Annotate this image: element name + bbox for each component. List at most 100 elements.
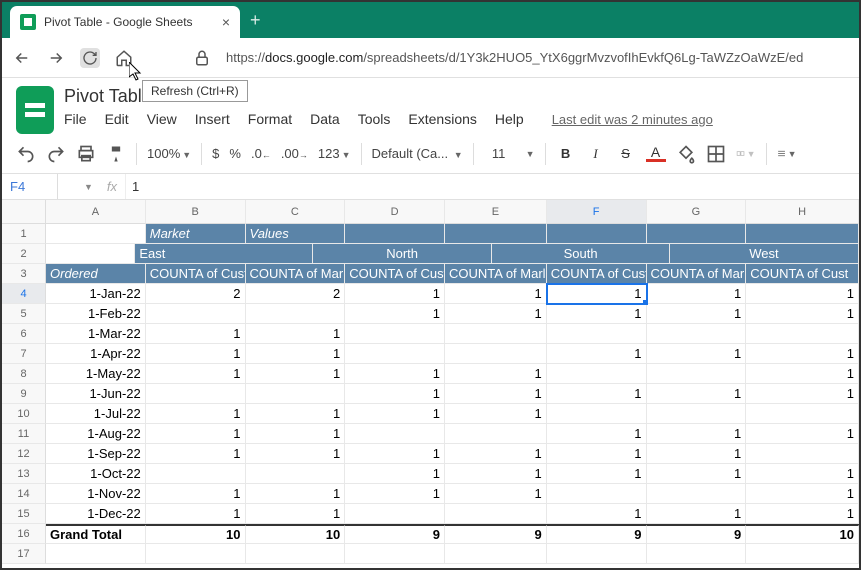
row-header[interactable]: 2 (2, 244, 46, 264)
cell[interactable]: 1-Jul-22 (46, 404, 146, 424)
cell[interactable] (547, 544, 647, 564)
cell[interactable]: 1 (445, 444, 547, 464)
cell[interactable]: 1-Sep-22 (46, 444, 146, 464)
col-header[interactable]: G (647, 200, 747, 224)
font-size-drop-icon[interactable]: ▼ (526, 149, 535, 159)
cell[interactable]: 1 (746, 344, 859, 364)
cell[interactable]: 1 (246, 364, 346, 384)
cell[interactable]: 1 (246, 504, 346, 524)
cell[interactable]: 1 (246, 424, 346, 444)
cell[interactable]: 1 (146, 444, 246, 464)
font-select[interactable]: Default (Ca... ▼ (372, 146, 463, 161)
cell[interactable] (746, 444, 859, 464)
cell[interactable]: 1-Dec-22 (46, 504, 146, 524)
fill-color-button[interactable] (676, 144, 696, 164)
cell[interactable]: 1 (647, 304, 747, 324)
cell[interactable]: 1 (746, 384, 859, 404)
text-color-button[interactable]: A (646, 146, 666, 162)
cell[interactable]: 1 (647, 384, 747, 404)
strike-button[interactable]: S (616, 144, 636, 164)
cell[interactable]: 1 (345, 284, 445, 304)
increase-decimal-button[interactable]: .00→ (281, 146, 308, 161)
cell[interactable]: 1 (345, 304, 445, 324)
cell[interactable]: 1 (647, 444, 747, 464)
cell[interactable]: 1 (445, 404, 547, 424)
region-south[interactable]: South (492, 244, 670, 264)
cell[interactable]: 9 (547, 525, 647, 544)
forward-button[interactable] (46, 48, 66, 68)
doc-title[interactable]: Pivot Table (64, 86, 152, 107)
cell[interactable]: 1 (345, 364, 445, 384)
row-header[interactable]: 3 (2, 264, 46, 284)
cell[interactable] (547, 324, 647, 344)
pivot-ordered-label[interactable]: Ordered (46, 264, 146, 284)
cell[interactable] (46, 224, 146, 244)
cell[interactable]: 1 (246, 484, 346, 504)
row-header[interactable]: 14 (2, 484, 46, 504)
cell[interactable]: 1 (246, 344, 346, 364)
cell[interactable] (345, 324, 445, 344)
decrease-decimal-button[interactable]: .0← (251, 146, 271, 161)
cell[interactable]: 9 (345, 525, 445, 544)
row-header[interactable]: 12 (2, 444, 46, 464)
cell[interactable] (746, 544, 859, 564)
borders-button[interactable] (706, 144, 726, 164)
cell[interactable]: 1 (345, 384, 445, 404)
menu-insert[interactable]: Insert (195, 111, 230, 127)
align-button[interactable]: ▼ (777, 144, 797, 164)
cell[interactable] (345, 504, 445, 524)
cell[interactable]: 1 (146, 344, 246, 364)
cell[interactable] (647, 324, 747, 344)
cell[interactable]: 1 (146, 404, 246, 424)
cell[interactable]: 1-Nov-22 (46, 484, 146, 504)
row-header[interactable]: 11 (2, 424, 46, 444)
zoom-select[interactable]: 100%▼ (147, 146, 191, 161)
cell[interactable]: 1 (345, 464, 445, 484)
browser-tab[interactable]: Pivot Table - Google Sheets × (10, 6, 240, 38)
row-header[interactable]: 5 (2, 304, 46, 324)
cell[interactable]: 1 (146, 424, 246, 444)
region-east[interactable]: East (135, 244, 313, 264)
menu-help[interactable]: Help (495, 111, 524, 127)
col-header[interactable]: A (46, 200, 146, 224)
cell[interactable] (746, 224, 859, 244)
italic-button[interactable]: I (586, 144, 606, 164)
reload-button[interactable] (80, 48, 100, 68)
cell[interactable]: 1-Aug-22 (46, 424, 146, 444)
cell[interactable]: 1 (345, 444, 445, 464)
cell[interactable]: 1 (445, 464, 547, 484)
cell[interactable] (146, 384, 246, 404)
undo-button[interactable] (16, 144, 36, 164)
cell[interactable]: 9 (647, 525, 747, 544)
pivot-values-label[interactable]: Values (246, 224, 346, 244)
cell[interactable] (146, 304, 246, 324)
cell[interactable] (746, 404, 859, 424)
region-west[interactable]: West (670, 244, 859, 264)
cell[interactable]: 1 (547, 284, 647, 304)
cell[interactable]: 1 (647, 284, 747, 304)
cell[interactable]: 10 (746, 525, 859, 544)
cell[interactable] (547, 364, 647, 384)
row-header[interactable]: 6 (2, 324, 46, 344)
cell[interactable] (445, 344, 547, 364)
currency-button[interactable]: $ (212, 146, 219, 161)
row-header[interactable]: 15 (2, 504, 46, 524)
cell[interactable] (547, 404, 647, 424)
cell[interactable] (345, 544, 445, 564)
cell[interactable]: 1-Mar-22 (46, 324, 146, 344)
measure-header[interactable]: COUNTA of Marl (445, 264, 547, 284)
cell[interactable]: 1 (146, 364, 246, 384)
cell[interactable]: 1 (345, 484, 445, 504)
cell[interactable] (445, 544, 547, 564)
cell[interactable] (146, 544, 246, 564)
percent-button[interactable]: % (229, 146, 241, 161)
cell[interactable] (445, 424, 547, 444)
cell[interactable] (647, 224, 747, 244)
row-header[interactable]: 13 (2, 464, 46, 484)
row-header[interactable]: 7 (2, 344, 46, 364)
cell[interactable]: 1-May-22 (46, 364, 146, 384)
row-header[interactable]: 9 (2, 384, 46, 404)
measure-header[interactable]: COUNTA of Cust (746, 264, 859, 284)
url-text[interactable]: https://docs.google.com/spreadsheets/d/1… (226, 50, 849, 65)
menu-format[interactable]: Format (248, 111, 292, 127)
